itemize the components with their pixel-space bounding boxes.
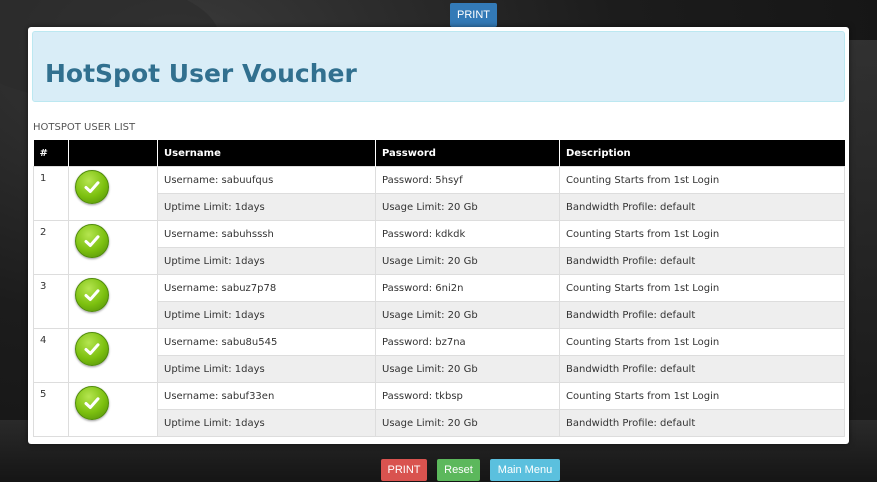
password-cell: Password: 5hsyf bbox=[375, 166, 560, 194]
table-header-row: # Username Password Description bbox=[33, 140, 845, 167]
usage-limit-cell: Usage Limit: 20 Gb bbox=[375, 355, 560, 383]
status-cell bbox=[68, 166, 158, 221]
description-cell: Counting Starts from 1st Login bbox=[559, 274, 845, 302]
bandwidth-profile-cell: Bandwidth Profile: default bbox=[559, 409, 845, 437]
username-cell: Username: sabuf33en bbox=[157, 382, 376, 410]
username-cell: Username: sabuufqus bbox=[157, 166, 376, 194]
usage-limit-cell: Usage Limit: 20 Gb bbox=[375, 247, 560, 275]
column-header-username: Username bbox=[157, 140, 376, 167]
user-table: # Username Password Description 1 Usernam… bbox=[33, 140, 845, 437]
bandwidth-profile-cell: Bandwidth Profile: default bbox=[559, 301, 845, 329]
table-row: 2 Username: sabuhsssh Password: kdkdk Count… bbox=[33, 220, 845, 275]
password-cell: Password: kdkdk bbox=[375, 220, 560, 248]
table-row: 4 Username: sabu8u545 Password: bz7na Count… bbox=[33, 328, 845, 383]
usage-limit-cell: Usage Limit: 20 Gb bbox=[375, 301, 560, 329]
username-cell: Username: sabuz7p78 bbox=[157, 274, 376, 302]
description-cell: Counting Starts from 1st Login bbox=[559, 220, 845, 248]
row-number: 5 bbox=[33, 382, 69, 437]
column-header-icon bbox=[68, 140, 158, 167]
username-cell: Username: sabu8u545 bbox=[157, 328, 376, 356]
password-cell: Password: tkbsp bbox=[375, 382, 560, 410]
table-row: 5 Username: sabuf33en Password: tkbsp Count… bbox=[33, 382, 845, 437]
check-circle-icon bbox=[75, 386, 109, 420]
status-cell bbox=[68, 328, 158, 383]
uptime-limit-cell: Uptime Limit: 1days bbox=[157, 355, 376, 383]
usage-limit-cell: Usage Limit: 20 Gb bbox=[375, 409, 560, 437]
uptime-limit-cell: Uptime Limit: 1days bbox=[157, 247, 376, 275]
table-row: 1 Username: sabuufqus Password: 5hsyf Count… bbox=[33, 166, 845, 221]
status-cell bbox=[68, 382, 158, 437]
status-cell bbox=[68, 220, 158, 275]
bandwidth-profile-cell: Bandwidth Profile: default bbox=[559, 193, 845, 221]
check-circle-icon bbox=[75, 170, 109, 204]
row-number: 1 bbox=[33, 166, 69, 221]
voucher-header: HotSpot User Voucher bbox=[32, 31, 845, 102]
check-circle-icon bbox=[75, 278, 109, 312]
description-cell: Counting Starts from 1st Login bbox=[559, 382, 845, 410]
user-list-label: HOTSPOT USER LIST bbox=[33, 122, 136, 133]
row-number: 4 bbox=[33, 328, 69, 383]
voucher-panel: HotSpot User Voucher HOTSPOT USER LIST #… bbox=[28, 27, 849, 444]
password-cell: Password: bz7na bbox=[375, 328, 560, 356]
bandwidth-profile-cell: Bandwidth Profile: default bbox=[559, 355, 845, 383]
column-header-number: # bbox=[33, 140, 69, 167]
username-cell: Username: sabuhsssh bbox=[157, 220, 376, 248]
uptime-limit-cell: Uptime Limit: 1days bbox=[157, 409, 376, 437]
column-header-password: Password bbox=[375, 140, 560, 167]
row-number: 2 bbox=[33, 220, 69, 275]
password-cell: Password: 6ni2n bbox=[375, 274, 560, 302]
check-circle-icon bbox=[75, 332, 109, 366]
uptime-limit-cell: Uptime Limit: 1days bbox=[157, 193, 376, 221]
bandwidth-profile-cell: Bandwidth Profile: default bbox=[559, 247, 845, 275]
check-circle-icon bbox=[75, 224, 109, 258]
page-title: HotSpot User Voucher bbox=[45, 59, 357, 88]
main-menu-button[interactable]: Main Menu bbox=[490, 459, 560, 481]
description-cell: Counting Starts from 1st Login bbox=[559, 328, 845, 356]
column-header-description: Description bbox=[559, 140, 845, 167]
table-row: 3 Username: sabuz7p78 Password: 6ni2n Count… bbox=[33, 274, 845, 329]
status-cell bbox=[68, 274, 158, 329]
row-number: 3 bbox=[33, 274, 69, 329]
description-cell: Counting Starts from 1st Login bbox=[559, 166, 845, 194]
reset-button[interactable]: Reset bbox=[437, 459, 480, 481]
usage-limit-cell: Usage Limit: 20 Gb bbox=[375, 193, 560, 221]
uptime-limit-cell: Uptime Limit: 1days bbox=[157, 301, 376, 329]
print-button[interactable]: PRINT bbox=[381, 459, 427, 481]
top-print-button[interactable]: PRINT bbox=[450, 3, 497, 27]
